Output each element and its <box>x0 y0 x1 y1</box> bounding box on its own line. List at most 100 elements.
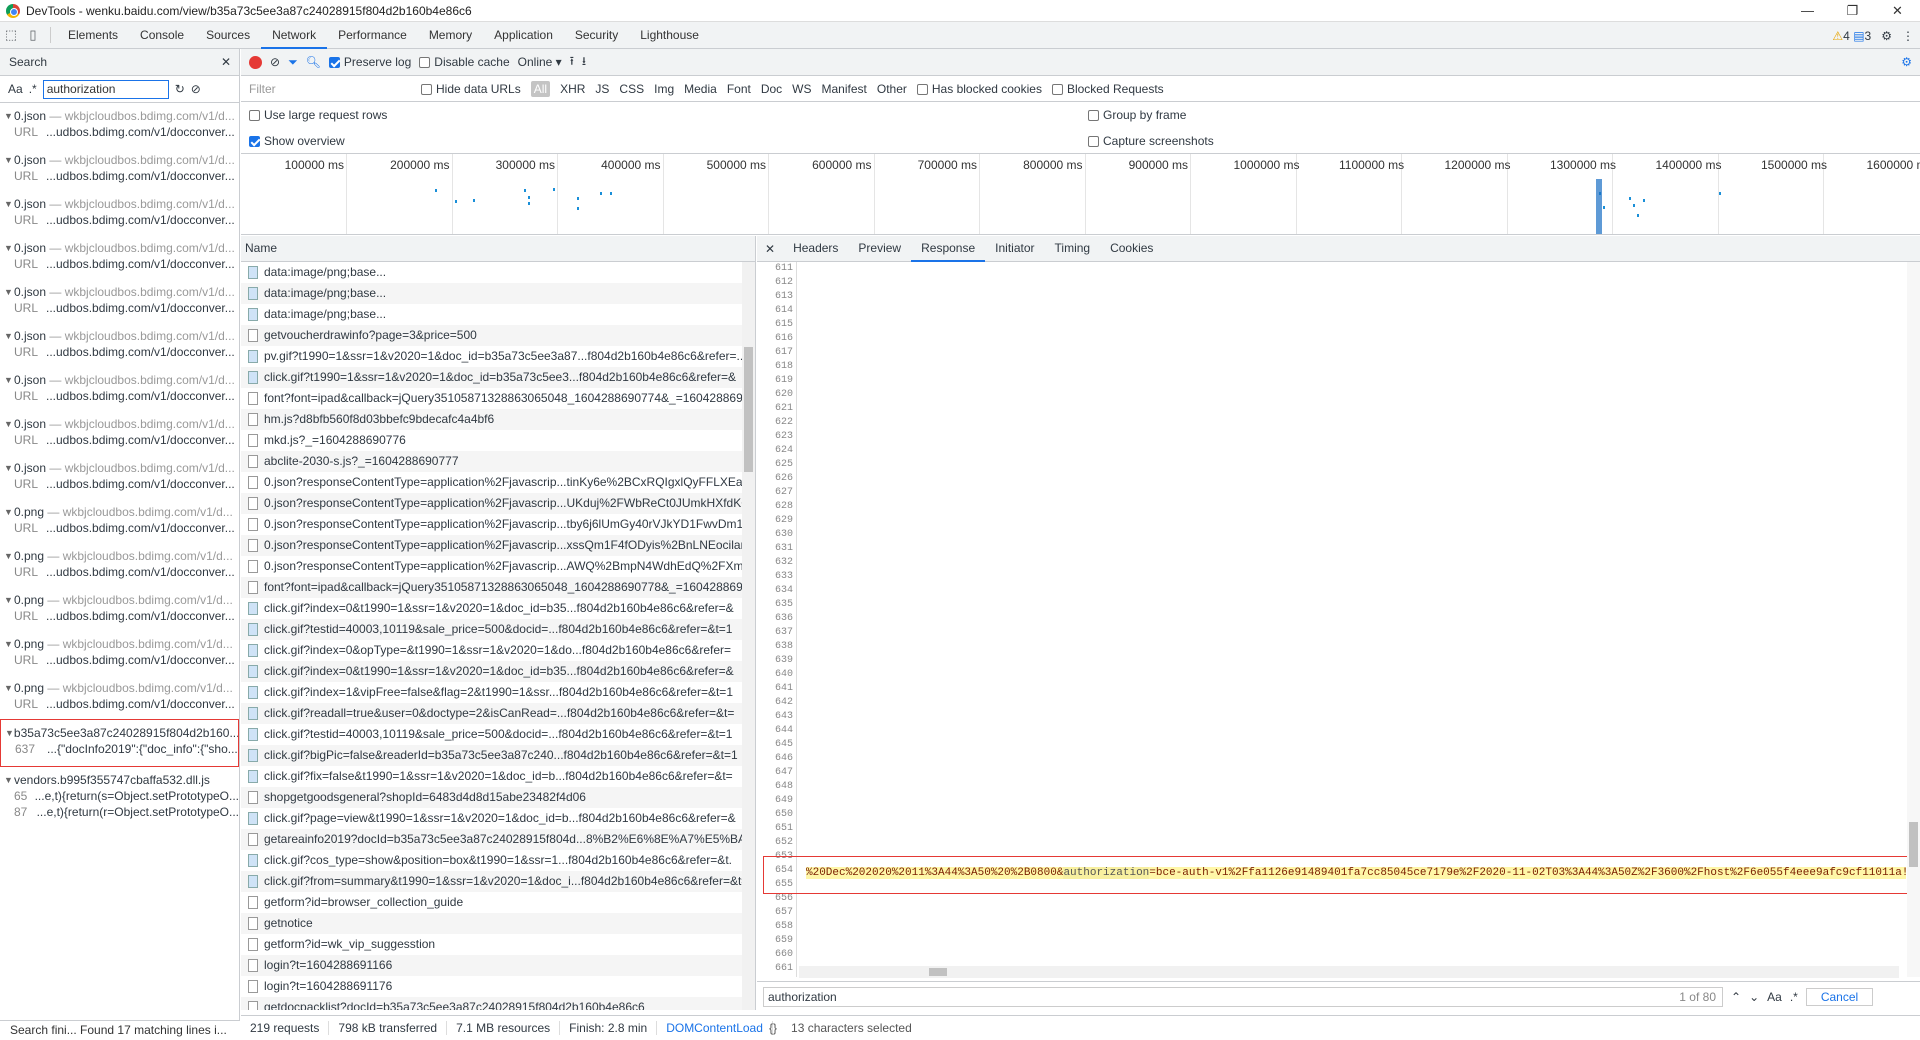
type-css[interactable]: CSS <box>619 82 644 96</box>
request-row[interactable]: getareainfo2019?docId=b35a73c5ee3a87c240… <box>241 829 742 850</box>
group-by-frame-checkbox[interactable]: Group by frame <box>1088 108 1186 122</box>
request-row[interactable]: getnotice <box>241 913 742 934</box>
request-row[interactable]: click.gif?index=0&t1990=1&ssr=1&v2020=1&… <box>241 598 742 619</box>
tab-application[interactable]: Application <box>483 22 564 49</box>
request-row[interactable]: abclite-2030-s.js?_=1604288690777 <box>241 451 742 472</box>
request-row[interactable]: login?t=1604288691166 <box>241 955 742 976</box>
search-result[interactable]: ▼ 0.png — wkbjcloudbos.bdimg.com/v1/d... U… <box>0 636 239 675</box>
hide-data-urls-checkbox[interactable]: Hide data URLs <box>421 82 521 96</box>
name-column-header[interactable]: Name <box>241 236 755 262</box>
search-result[interactable]: ▼ 0.json — wkbjcloudbos.bdimg.com/v1/d...… <box>0 240 239 279</box>
request-row[interactable]: 0.json?responseContentType=application%2… <box>241 472 742 493</box>
request-row[interactable]: shopgetgoodsgeneral?shopId=6483d4d8d15ab… <box>241 787 742 808</box>
tab-timing[interactable]: Timing <box>1045 236 1101 262</box>
request-row[interactable]: 0.json?responseContentType=application%2… <box>241 493 742 514</box>
cancel-button[interactable]: Cancel <box>1805 987 1874 1006</box>
request-row[interactable]: getvoucherdrawinfo?page=3&price=500 <box>241 325 742 346</box>
type-manifest[interactable]: Manifest <box>822 82 867 96</box>
record-button[interactable] <box>249 55 262 69</box>
search-result[interactable]: ▼ 0.png — wkbjcloudbos.bdimg.com/v1/d... U… <box>0 680 239 719</box>
request-row[interactable]: data:image/png;base... <box>241 304 742 325</box>
request-row[interactable]: mkd.js?_=1604288690776 <box>241 430 742 451</box>
matched-code-line[interactable]: %20Dec%202020%2011%3A44%3A50%20%2B0800&a… <box>763 856 1913 894</box>
close-detail-icon[interactable]: ✕ <box>757 242 783 256</box>
type-all[interactable]: All <box>530 81 551 97</box>
search-icon[interactable]: 🔍︎ <box>306 55 321 69</box>
tab-elements[interactable]: Elements <box>57 22 129 49</box>
next-match-icon[interactable]: ⌄ <box>1749 990 1759 1004</box>
clear-button[interactable]: ⊘ <box>270 55 280 69</box>
network-settings-gear-icon[interactable]: ⚙ <box>1901 55 1912 69</box>
request-row[interactable]: font?font=ipad&callback=jQuery3510587132… <box>241 388 742 409</box>
search-result[interactable]: ▼ 0.json — wkbjcloudbos.bdimg.com/v1/d...… <box>0 416 239 455</box>
more-menu-icon[interactable]: ⋮ <box>1902 29 1914 43</box>
request-row[interactable]: hm.js?d8bfb560f8d03bbefc9bdecafc4a4bf6 <box>241 409 742 430</box>
search-result[interactable]: ▼ 0.json — wkbjcloudbos.bdimg.com/v1/d...… <box>0 108 239 147</box>
timeline-overview[interactable]: 100000 ms 200000 ms 300000 ms 400000 ms 5000… <box>241 154 1920 235</box>
match-case-button[interactable]: Aa <box>1767 990 1782 1004</box>
search-result[interactable]: ▼ 0.json — wkbjcloudbos.bdimg.com/v1/d...… <box>0 460 239 499</box>
pretty-print-icon[interactable]: {} <box>769 1021 777 1035</box>
filter-icon[interactable]: ⏷ <box>288 55 298 70</box>
request-row[interactable]: click.gif?from=summary&t1990=1&ssr=1&v20… <box>241 871 742 892</box>
request-row[interactable]: click.gif?index=1&vipFree=false&flag=2&t… <box>241 682 742 703</box>
response-scrollbar[interactable] <box>1907 262 1920 977</box>
request-row[interactable]: click.gif?testid=40003,10119&sale_price=… <box>241 619 742 640</box>
type-other[interactable]: Other <box>877 82 907 96</box>
search-result[interactable]: ▼ 0.json — wkbjcloudbos.bdimg.com/v1/d...… <box>0 284 239 323</box>
maximize-button[interactable]: ❐ <box>1830 0 1875 22</box>
request-row[interactable]: 0.json?responseContentType=application%2… <box>241 556 742 577</box>
search-result[interactable]: ▼ 0.json — wkbjcloudbos.bdimg.com/v1/d...… <box>0 328 239 367</box>
filter-input[interactable]: Filter <box>246 79 411 99</box>
large-rows-checkbox[interactable]: Use large request rows <box>249 108 387 122</box>
request-row[interactable]: click.gif?index=0&t1990=1&ssr=1&v2020=1&… <box>241 661 742 682</box>
tab-headers[interactable]: Headers <box>783 236 848 262</box>
search-result-highlighted[interactable]: ▼ b35a73c5ee3a87c24028915f804d2b160... 63… <box>0 719 239 767</box>
type-font[interactable]: Font <box>727 82 751 96</box>
response-search-input[interactable]: authorization 1 of 80 <box>763 986 1723 1007</box>
search-query-input[interactable]: authorization <box>42 79 169 99</box>
request-row[interactable]: getform?id=browser_collection_guide <box>241 892 742 913</box>
search-result[interactable]: ▼ 0.png — wkbjcloudbos.bdimg.com/v1/d... U… <box>0 504 239 543</box>
minimize-button[interactable]: — <box>1785 0 1830 22</box>
search-result-vendors[interactable]: ▼ vendors.b995f355747cbaffa532.dll.js 65.… <box>0 772 239 828</box>
tab-network[interactable]: Network <box>261 22 328 49</box>
tab-initiator[interactable]: Initiator <box>985 236 1044 262</box>
request-row[interactable]: click.gif?index=0&opType=&t1990=1&ssr=1&… <box>241 640 742 661</box>
close-button[interactable]: ✕ <box>1875 0 1920 22</box>
blocked-cookies-checkbox[interactable]: Has blocked cookies <box>916 82 1042 96</box>
type-doc[interactable]: Doc <box>761 82 782 96</box>
horizontal-scrollbar[interactable] <box>799 966 1899 978</box>
throttling-select[interactable]: Online ▾ <box>518 55 562 69</box>
tab-lighthouse[interactable]: Lighthouse <box>629 22 710 49</box>
request-row[interactable]: 0.json?responseContentType=application%2… <box>241 514 742 535</box>
request-row[interactable]: click.gif?fix=false&t1990=1&ssr=1&v2020=… <box>241 766 742 787</box>
blocked-requests-checkbox[interactable]: Blocked Requests <box>1051 82 1164 96</box>
request-row[interactable]: click.gif?t1990=1&ssr=1&v2020=1&doc_id=b… <box>241 367 742 388</box>
refresh-icon[interactable]: ↻ <box>175 82 185 96</box>
prev-match-icon[interactable]: ⌃ <box>1731 990 1741 1004</box>
settings-gear-icon[interactable]: ⚙ <box>1881 29 1892 43</box>
warnings-badge[interactable]: ⚠4 ▤3 <box>1832 29 1871 43</box>
tab-sources[interactable]: Sources <box>195 22 261 49</box>
request-row[interactable]: click.gif?bigPic=false&readerId=b35a73c5… <box>241 745 742 766</box>
search-result[interactable]: ▼ 0.json — wkbjcloudbos.bdimg.com/v1/d...… <box>0 196 239 235</box>
capture-screenshots-checkbox[interactable]: Capture screenshots <box>1088 134 1214 148</box>
request-row[interactable]: click.gif?testid=40003,10119&sale_price=… <box>241 724 742 745</box>
regex-toggle[interactable]: .* <box>29 82 37 96</box>
type-ws[interactable]: WS <box>792 82 811 96</box>
tab-security[interactable]: Security <box>564 22 629 49</box>
request-row[interactable]: data:image/png;base... <box>241 283 742 304</box>
regex-button[interactable]: .* <box>1790 990 1798 1004</box>
tab-cookies[interactable]: Cookies <box>1100 236 1163 262</box>
show-overview-checkbox[interactable]: Show overview <box>249 134 345 148</box>
request-row[interactable]: getdocpacklist?docId=b35a73c5ee3a87c2402… <box>241 997 742 1010</box>
tab-console[interactable]: Console <box>129 22 195 49</box>
match-case-toggle[interactable]: Aa <box>8 82 23 96</box>
request-row[interactable]: getform?id=wk_vip_suggesstion <box>241 934 742 955</box>
preserve-log-checkbox[interactable]: Preserve log <box>328 55 411 69</box>
request-row[interactable]: 0.json?responseContentType=application%2… <box>241 535 742 556</box>
tab-performance[interactable]: Performance <box>327 22 418 49</box>
request-row[interactable]: pv.gif?t1990=1&ssr=1&v2020=1&doc_id=b35a… <box>241 346 742 367</box>
import-har-icon[interactable]: ⭱ <box>570 52 574 73</box>
